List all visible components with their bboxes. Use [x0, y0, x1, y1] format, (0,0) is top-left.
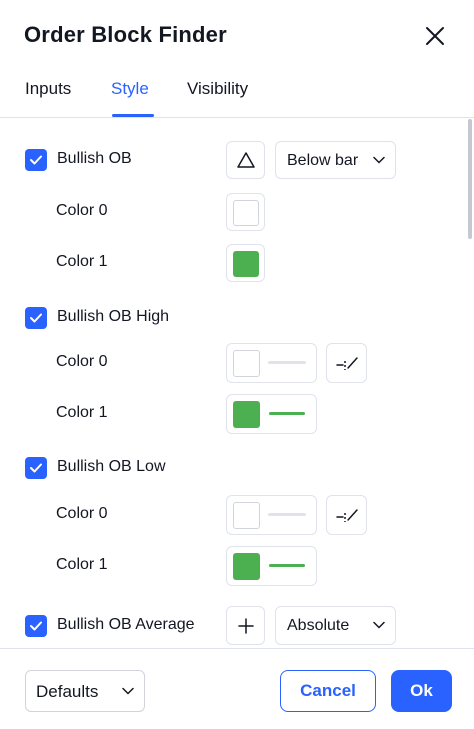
color-swatch-green — [233, 401, 260, 428]
dialog-footer: Defaults Cancel Ok — [0, 648, 474, 729]
ok-button[interactable]: Ok — [391, 670, 452, 712]
bullish-ob-high-color1-label: Color 1 — [56, 404, 108, 421]
bullish-ob-low-color0-row: Color 0 — [0, 493, 466, 537]
color-swatch-white — [233, 502, 260, 529]
color-swatch-white — [233, 350, 260, 377]
defaults-label: Defaults — [36, 682, 99, 701]
bullish-ob-color0-label: Color 0 — [56, 202, 108, 219]
bullish-ob-low-color0-label: Color 0 — [56, 505, 108, 522]
style-settings-panel: Bullish OB Below bar Color 0 Color 1 Bul… — [0, 119, 474, 648]
close-icon — [426, 27, 444, 45]
checkmark-icon — [30, 313, 42, 323]
bullish-ob-color1-row: Color 1 — [0, 241, 466, 285]
close-button[interactable] — [419, 20, 451, 52]
bullish-ob-color1-swatch-button[interactable] — [226, 244, 265, 282]
bullish-ob-low-color1-row: Color 1 — [0, 544, 466, 588]
tab-inputs[interactable]: Inputs — [25, 79, 71, 99]
defaults-dropdown-button[interactable]: Defaults — [25, 670, 145, 712]
bullish-ob-high-color0-row: Color 0 — [0, 341, 466, 385]
bullish-ob-low-color1-label: Color 1 — [56, 556, 108, 573]
bullish-ob-location-dropdown[interactable]: Below bar — [275, 141, 396, 179]
bullish-ob-high-line-style-button[interactable] — [326, 343, 367, 383]
triangle-up-icon — [237, 152, 255, 168]
chevron-down-icon — [122, 687, 134, 695]
bullish-ob-color0-row: Color 0 — [0, 190, 466, 234]
dialog-header: Order Block Finder — [0, 0, 474, 74]
checkmark-icon — [30, 621, 42, 631]
bullish-ob-low-row: Bullish OB Low — [0, 446, 466, 490]
bullish-ob-shape-button[interactable] — [226, 141, 265, 179]
cancel-button[interactable]: Cancel — [280, 670, 376, 712]
color-swatch-green — [233, 553, 260, 580]
bullish-ob-label: Bullish OB — [57, 150, 132, 167]
bullish-ob-high-row: Bullish OB High — [0, 296, 466, 340]
checkmark-icon — [30, 463, 42, 473]
line-preview — [269, 412, 305, 415]
plus-icon — [238, 618, 254, 634]
bullish-ob-average-location-dropdown[interactable]: Absolute — [275, 606, 396, 645]
line-style-icon — [336, 509, 358, 522]
checkmark-icon — [30, 155, 42, 165]
bullish-ob-low-label: Bullish OB Low — [57, 458, 166, 475]
bullish-ob-high-color0-label: Color 0 — [56, 353, 108, 370]
bullish-ob-high-color1-line-button[interactable] — [226, 394, 317, 434]
chevron-down-icon — [373, 621, 385, 629]
bullish-ob-high-label: Bullish OB High — [57, 308, 170, 325]
bullish-ob-color1-label: Color 1 — [56, 253, 108, 270]
bullish-ob-average-checkbox[interactable] — [25, 615, 47, 637]
line-style-icon — [336, 357, 358, 370]
bullish-ob-low-checkbox[interactable] — [25, 457, 47, 479]
bullish-ob-high-color0-line-button[interactable] — [226, 343, 317, 383]
line-preview — [269, 564, 305, 567]
scrollbar-thumb[interactable] — [468, 119, 472, 239]
line-preview — [268, 361, 306, 364]
line-preview — [268, 513, 306, 516]
bullish-ob-low-color0-line-button[interactable] — [226, 495, 317, 535]
color-swatch-green — [233, 251, 259, 277]
bullish-ob-low-color1-line-button[interactable] — [226, 546, 317, 586]
bullish-ob-average-location-value: Absolute — [287, 617, 350, 634]
bullish-ob-checkbox[interactable] — [25, 149, 47, 171]
bullish-ob-average-shape-button[interactable] — [226, 606, 265, 645]
bullish-ob-high-color1-row: Color 1 — [0, 392, 466, 436]
bullish-ob-average-row: Bullish OB Average Absolute — [0, 604, 466, 648]
tab-style[interactable]: Style — [111, 79, 149, 99]
tab-visibility[interactable]: Visibility — [187, 79, 248, 99]
bullish-ob-row: Bullish OB Below bar — [0, 138, 466, 182]
bullish-ob-location-value: Below bar — [287, 152, 359, 169]
color-swatch-white — [233, 200, 259, 226]
bullish-ob-average-label: Bullish OB Average — [57, 616, 195, 633]
chevron-down-icon — [373, 156, 385, 164]
dialog-title: Order Block Finder — [24, 22, 227, 47]
bullish-ob-high-checkbox[interactable] — [25, 307, 47, 329]
active-tab-indicator — [112, 114, 154, 117]
bullish-ob-color0-swatch-button[interactable] — [226, 193, 265, 231]
tab-bar: Inputs Style Visibility — [0, 74, 474, 118]
bullish-ob-low-line-style-button[interactable] — [326, 495, 367, 535]
